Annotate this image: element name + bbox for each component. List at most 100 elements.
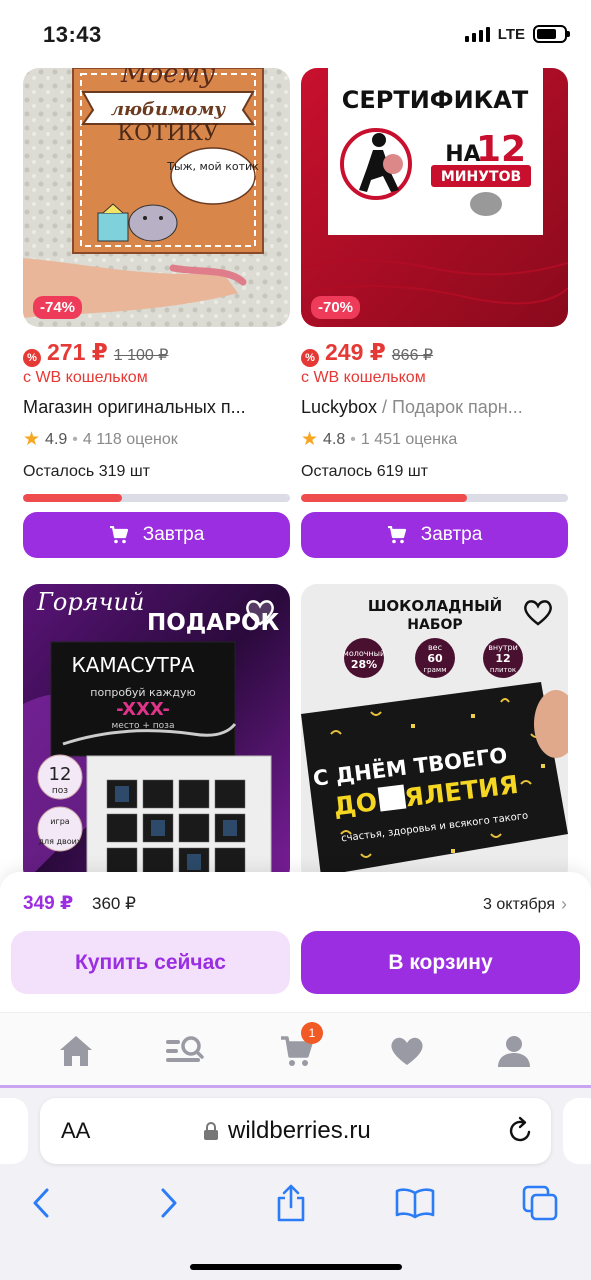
rating-value: 4.9 xyxy=(45,430,68,448)
cart-icon xyxy=(109,526,128,544)
bookmarks-button[interactable] xyxy=(395,1183,435,1223)
wallet-note: с WB кошельком xyxy=(23,369,148,386)
review-count: 1 451 оценка xyxy=(360,430,458,448)
card-art-text: плиток xyxy=(490,666,516,674)
stock-remaining: Осталось 319 шт xyxy=(23,463,150,480)
card-art-text: КОТИКУ xyxy=(117,121,219,146)
next-tab-preview[interactable] xyxy=(563,1098,591,1164)
rating-row: ★ 4.9 • 4 118 оценок xyxy=(23,428,290,451)
reader-settings-button[interactable]: AA xyxy=(61,1118,90,1144)
stock-remaining: Осталось 619 шт xyxy=(301,463,428,480)
tab-profile[interactable] xyxy=(494,1031,534,1071)
product-image[interactable]: Моему любимому КОТИКУ Тыж, мой котик -74… xyxy=(23,68,290,327)
product-photo-kamasutra: Горячий ПОДАРОК КАМАСУТРА попробуй кажду… xyxy=(23,584,290,884)
delivery-label: Завтра xyxy=(420,524,483,545)
profile-icon xyxy=(498,1036,530,1067)
tab-catalog[interactable] xyxy=(164,1031,204,1071)
card-art-text: внутри xyxy=(488,643,518,652)
card-art-text: -XXX- xyxy=(116,699,170,720)
separator-dot: • xyxy=(350,430,356,448)
card-art-text: Тыж, мой котик xyxy=(166,160,259,173)
chevron-left-icon xyxy=(33,1188,49,1218)
forward-button[interactable] xyxy=(149,1183,189,1223)
card-art-text: 12 xyxy=(495,652,510,665)
panel-price: 349 ₽ xyxy=(23,893,74,914)
favorite-heart-icon[interactable] xyxy=(522,596,554,628)
favorite-heart-icon[interactable] xyxy=(244,596,276,628)
product-photo-chocolate: ШОКОЛАДНЫЙ НАБОР молочный 28% вес 60 гра… xyxy=(301,584,568,884)
card-art-text: МИНУТОВ xyxy=(441,169,521,185)
card-art-text: поз xyxy=(52,786,68,796)
discount-badge: -74% xyxy=(33,296,83,319)
product-title[interactable]: Luckybox / Подарок парн... xyxy=(301,397,568,418)
battery-icon xyxy=(533,25,570,43)
back-button[interactable] xyxy=(21,1183,61,1223)
cart-icon xyxy=(387,526,406,544)
review-count: 4 118 оценок xyxy=(82,430,178,448)
wallet-discount-icon: % xyxy=(23,349,41,367)
discount-badge: -70% xyxy=(311,296,361,319)
panel-old-price: 360 ₽ xyxy=(92,894,136,913)
book-icon xyxy=(395,1188,435,1219)
product-subtitle: / Подарок парн... xyxy=(377,397,523,417)
wildberries-catalog-screen: 13:43 LTE Моему любимому КОТИКУ Тыж, мой… xyxy=(0,0,591,1280)
delivery-date: 3 октября xyxy=(483,895,555,913)
product-title[interactable]: Магазин оригинальных п... xyxy=(23,397,290,418)
url-text: wildberries.ru xyxy=(228,1117,371,1144)
share-button[interactable] xyxy=(271,1183,311,1223)
card-art-text: игра xyxy=(50,817,69,826)
delivery-date-selector[interactable]: 3 октября › xyxy=(483,894,567,915)
browser-toolbar: AA wildberries.ru xyxy=(0,1088,591,1280)
heart-icon xyxy=(391,1037,423,1065)
product-photo-kotiku: Моему любимому КОТИКУ Тыж, мой котик xyxy=(23,68,290,327)
old-price: 866 ₽ xyxy=(391,347,434,364)
tab-home[interactable] xyxy=(56,1031,96,1071)
product-image[interactable]: СЕРТИФИКАТ НА 12 МИНУТОВ -70% xyxy=(301,68,568,327)
add-to-cart-main-button[interactable]: В корзину xyxy=(301,931,580,994)
rating-value: 4.8 xyxy=(323,430,346,448)
network-type: LTE xyxy=(497,25,525,43)
cart-count-badge: 1 xyxy=(301,1022,323,1044)
delivery-label: Завтра xyxy=(142,524,205,545)
card-art-text: СЕРТИФИКАТ xyxy=(342,86,529,114)
share-icon xyxy=(277,1184,305,1222)
stock-progress-fill xyxy=(301,494,467,502)
tab-cart[interactable]: 1 xyxy=(277,1022,323,1071)
tab-favorites[interactable] xyxy=(387,1031,427,1071)
current-price: 249 ₽ xyxy=(325,339,386,365)
stock-progress xyxy=(23,494,290,502)
home-indicator[interactable] xyxy=(190,1264,402,1270)
tabs-icon xyxy=(522,1185,558,1221)
product-card[interactable]: Горячий ПОДАРОК КАМАСУТРА попробуй кажду… xyxy=(23,584,290,884)
separator-dot: • xyxy=(72,430,78,448)
product-brand: Luckybox xyxy=(301,397,378,417)
card-art-text: молочный xyxy=(343,649,385,658)
wallet-discount-icon: % xyxy=(301,349,319,367)
card-art-text: для двоих xyxy=(38,837,81,846)
add-to-cart-button[interactable]: Завтра xyxy=(23,512,290,558)
card-art-text: любимому xyxy=(111,99,227,120)
card-art-text: 12 xyxy=(476,129,526,170)
add-to-cart-button[interactable]: Завтра xyxy=(301,512,568,558)
previous-tab-preview[interactable] xyxy=(0,1098,28,1164)
price-row: % 249 ₽ 866 ₽ xyxy=(301,339,568,367)
status-time: 13:43 xyxy=(43,22,102,47)
card-art-text: ШОКОЛАДНЫЙ xyxy=(368,596,502,615)
tabs-button[interactable] xyxy=(520,1183,560,1223)
address-bar[interactable]: AA wildberries.ru xyxy=(40,1098,551,1164)
catalog-search-icon xyxy=(166,1036,204,1062)
buy-now-button[interactable]: Купить сейчас xyxy=(11,931,290,994)
reload-icon[interactable] xyxy=(507,1116,535,1146)
product-image[interactable]: ШОКОЛАДНЫЙ НАБОР молочный 28% вес 60 гра… xyxy=(301,584,568,884)
price-row: % 271 ₽ 1 100 ₽ xyxy=(23,339,290,367)
product-card[interactable]: СЕРТИФИКАТ НА 12 МИНУТОВ -70% % 249 ₽ 86… xyxy=(301,68,568,558)
product-photo-certificate: СЕРТИФИКАТ НА 12 МИНУТОВ xyxy=(301,68,568,327)
card-art-text: грамм xyxy=(424,666,447,674)
product-card[interactable]: ШОКОЛАДНЫЙ НАБОР молочный 28% вес 60 гра… xyxy=(301,584,568,884)
product-card[interactable]: Моему любимому КОТИКУ Тыж, мой котик -74… xyxy=(23,68,290,558)
product-image[interactable]: Горячий ПОДАРОК КАМАСУТРА попробуй кажду… xyxy=(23,584,290,884)
lock-icon xyxy=(204,1122,218,1140)
stock-progress-fill xyxy=(23,494,122,502)
app-tab-bar: 1 xyxy=(0,1012,591,1086)
card-art-text: вес xyxy=(428,643,442,652)
